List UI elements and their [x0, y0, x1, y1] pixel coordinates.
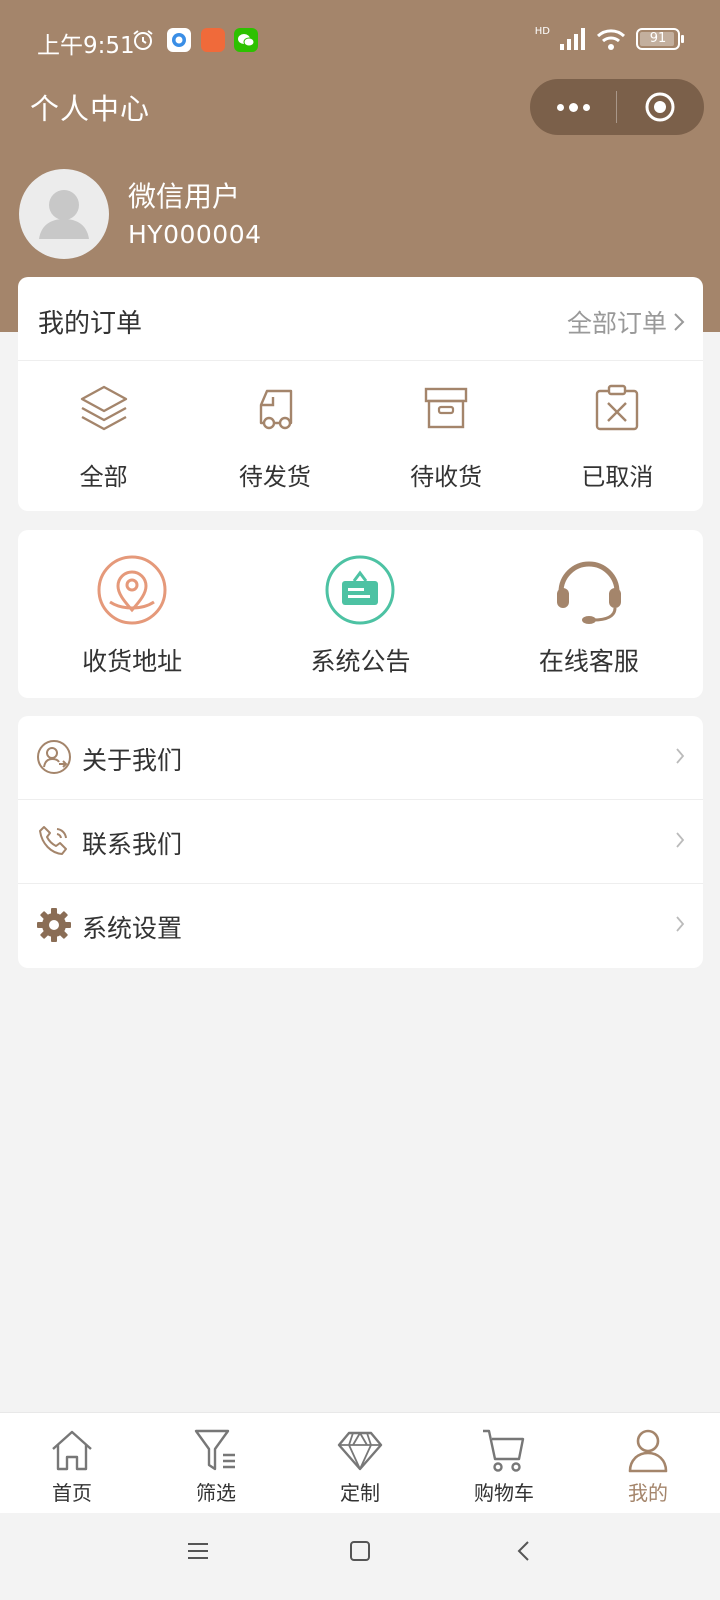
chevron-right-icon [676, 832, 685, 848]
tab-label: 首页 [52, 1481, 92, 1505]
system-navigation-bar [0, 1513, 720, 1600]
order-filter-pending-receipt[interactable]: 待收货 [361, 361, 532, 511]
tab-cart[interactable]: 购物车 [432, 1413, 576, 1513]
order-filter-label: 已取消 [581, 463, 654, 491]
target-icon [645, 92, 675, 122]
clipboard-x-icon [596, 384, 639, 431]
chevron-right-icon [676, 916, 685, 932]
tab-filter[interactable]: 筛选 [144, 1413, 288, 1513]
tab-label: 我的 [628, 1481, 668, 1505]
tab-label: 筛选 [196, 1481, 236, 1505]
layers-icon [80, 385, 127, 431]
miniprogram-capsule [530, 79, 704, 135]
menu-item-label: 系统设置 [82, 914, 183, 943]
menu-item-contact-us[interactable]: 联系我们 [18, 800, 703, 884]
close-miniprogram-button[interactable] [617, 79, 703, 135]
app-notification-icon [201, 28, 225, 52]
orders-card: 我的订单 全部订单 全部 待发货 待收货 已取消 [18, 277, 703, 511]
battery-icon: 91 [636, 28, 684, 50]
app-notification-icon [167, 28, 191, 52]
services-card: 收货地址 系统公告 在线客服 [18, 530, 703, 698]
home-icon [52, 1430, 92, 1471]
announcement-icon [325, 555, 395, 625]
service-label: 在线客服 [538, 647, 639, 676]
tab-mine[interactable]: 我的 [576, 1413, 720, 1513]
menu-item-label: 关于我们 [82, 746, 183, 775]
chevron-right-icon [674, 313, 685, 331]
tab-customize[interactable]: 定制 [288, 1413, 432, 1513]
person-icon [628, 1429, 668, 1473]
tab-home[interactable]: 首页 [0, 1413, 144, 1513]
menu-item-about-us[interactable]: 关于我们 [18, 716, 703, 800]
default-avatar-icon [39, 190, 89, 239]
shipping-address-button[interactable]: 收货地址 [18, 530, 246, 698]
location-pin-icon [97, 555, 167, 625]
box-icon [424, 387, 468, 429]
cart-icon [483, 1429, 525, 1472]
hd-indicator: HD [534, 25, 550, 37]
menu-item-label: 联系我们 [82, 830, 183, 859]
tab-label: 购物车 [474, 1481, 534, 1505]
all-orders-link[interactable]: 全部订单 [567, 304, 685, 340]
order-filter-label: 全部 [79, 463, 128, 491]
wechat-icon [234, 28, 258, 52]
menu-list: 关于我们 联系我们 系统设置 [18, 716, 703, 968]
orders-title: 我的订单 [38, 309, 143, 339]
headset-icon [556, 561, 621, 624]
filter-icon [194, 1429, 235, 1471]
menu-icon[interactable] [186, 1539, 210, 1563]
online-support-button[interactable]: 在线客服 [475, 530, 703, 698]
status-time: 上午9:51 [37, 33, 135, 59]
avatar[interactable] [19, 169, 109, 259]
user-name: 微信用户 [128, 180, 241, 213]
service-label: 系统公告 [310, 647, 411, 676]
page-title: 个人中心 [30, 92, 151, 126]
orders-header: 我的订单 全部订单 [18, 277, 703, 361]
chevron-right-icon [676, 748, 685, 764]
truck-icon [259, 389, 293, 430]
order-filter-cancelled[interactable]: 已取消 [532, 361, 703, 511]
bottom-tab-bar: 首页 筛选 定制 购物车 我的 [0, 1412, 720, 1513]
order-filter-label: 待收货 [410, 463, 483, 491]
back-icon[interactable] [512, 1539, 536, 1563]
order-filter-label: 待发货 [238, 463, 311, 491]
signal-icon [560, 28, 585, 50]
alarm-icon [133, 30, 153, 50]
user-info-icon [37, 740, 71, 774]
phone-icon [39, 826, 67, 855]
menu-item-system-settings[interactable]: 系统设置 [18, 884, 703, 968]
home-button-icon[interactable] [348, 1539, 372, 1563]
tab-label: 定制 [340, 1481, 380, 1505]
system-announcement-button[interactable]: 系统公告 [246, 530, 474, 698]
wifi-icon [596, 29, 626, 50]
diamond-icon [337, 1431, 383, 1471]
user-id: HY000004 [128, 220, 262, 249]
more-button[interactable] [530, 79, 616, 135]
service-label: 收货地址 [82, 647, 183, 676]
status-bar: 上午9:51 HD 91 [0, 0, 720, 84]
order-filter-all[interactable]: 全部 [18, 361, 189, 511]
gear-icon [37, 908, 71, 942]
order-filter-pending-shipment[interactable]: 待发货 [189, 361, 360, 511]
